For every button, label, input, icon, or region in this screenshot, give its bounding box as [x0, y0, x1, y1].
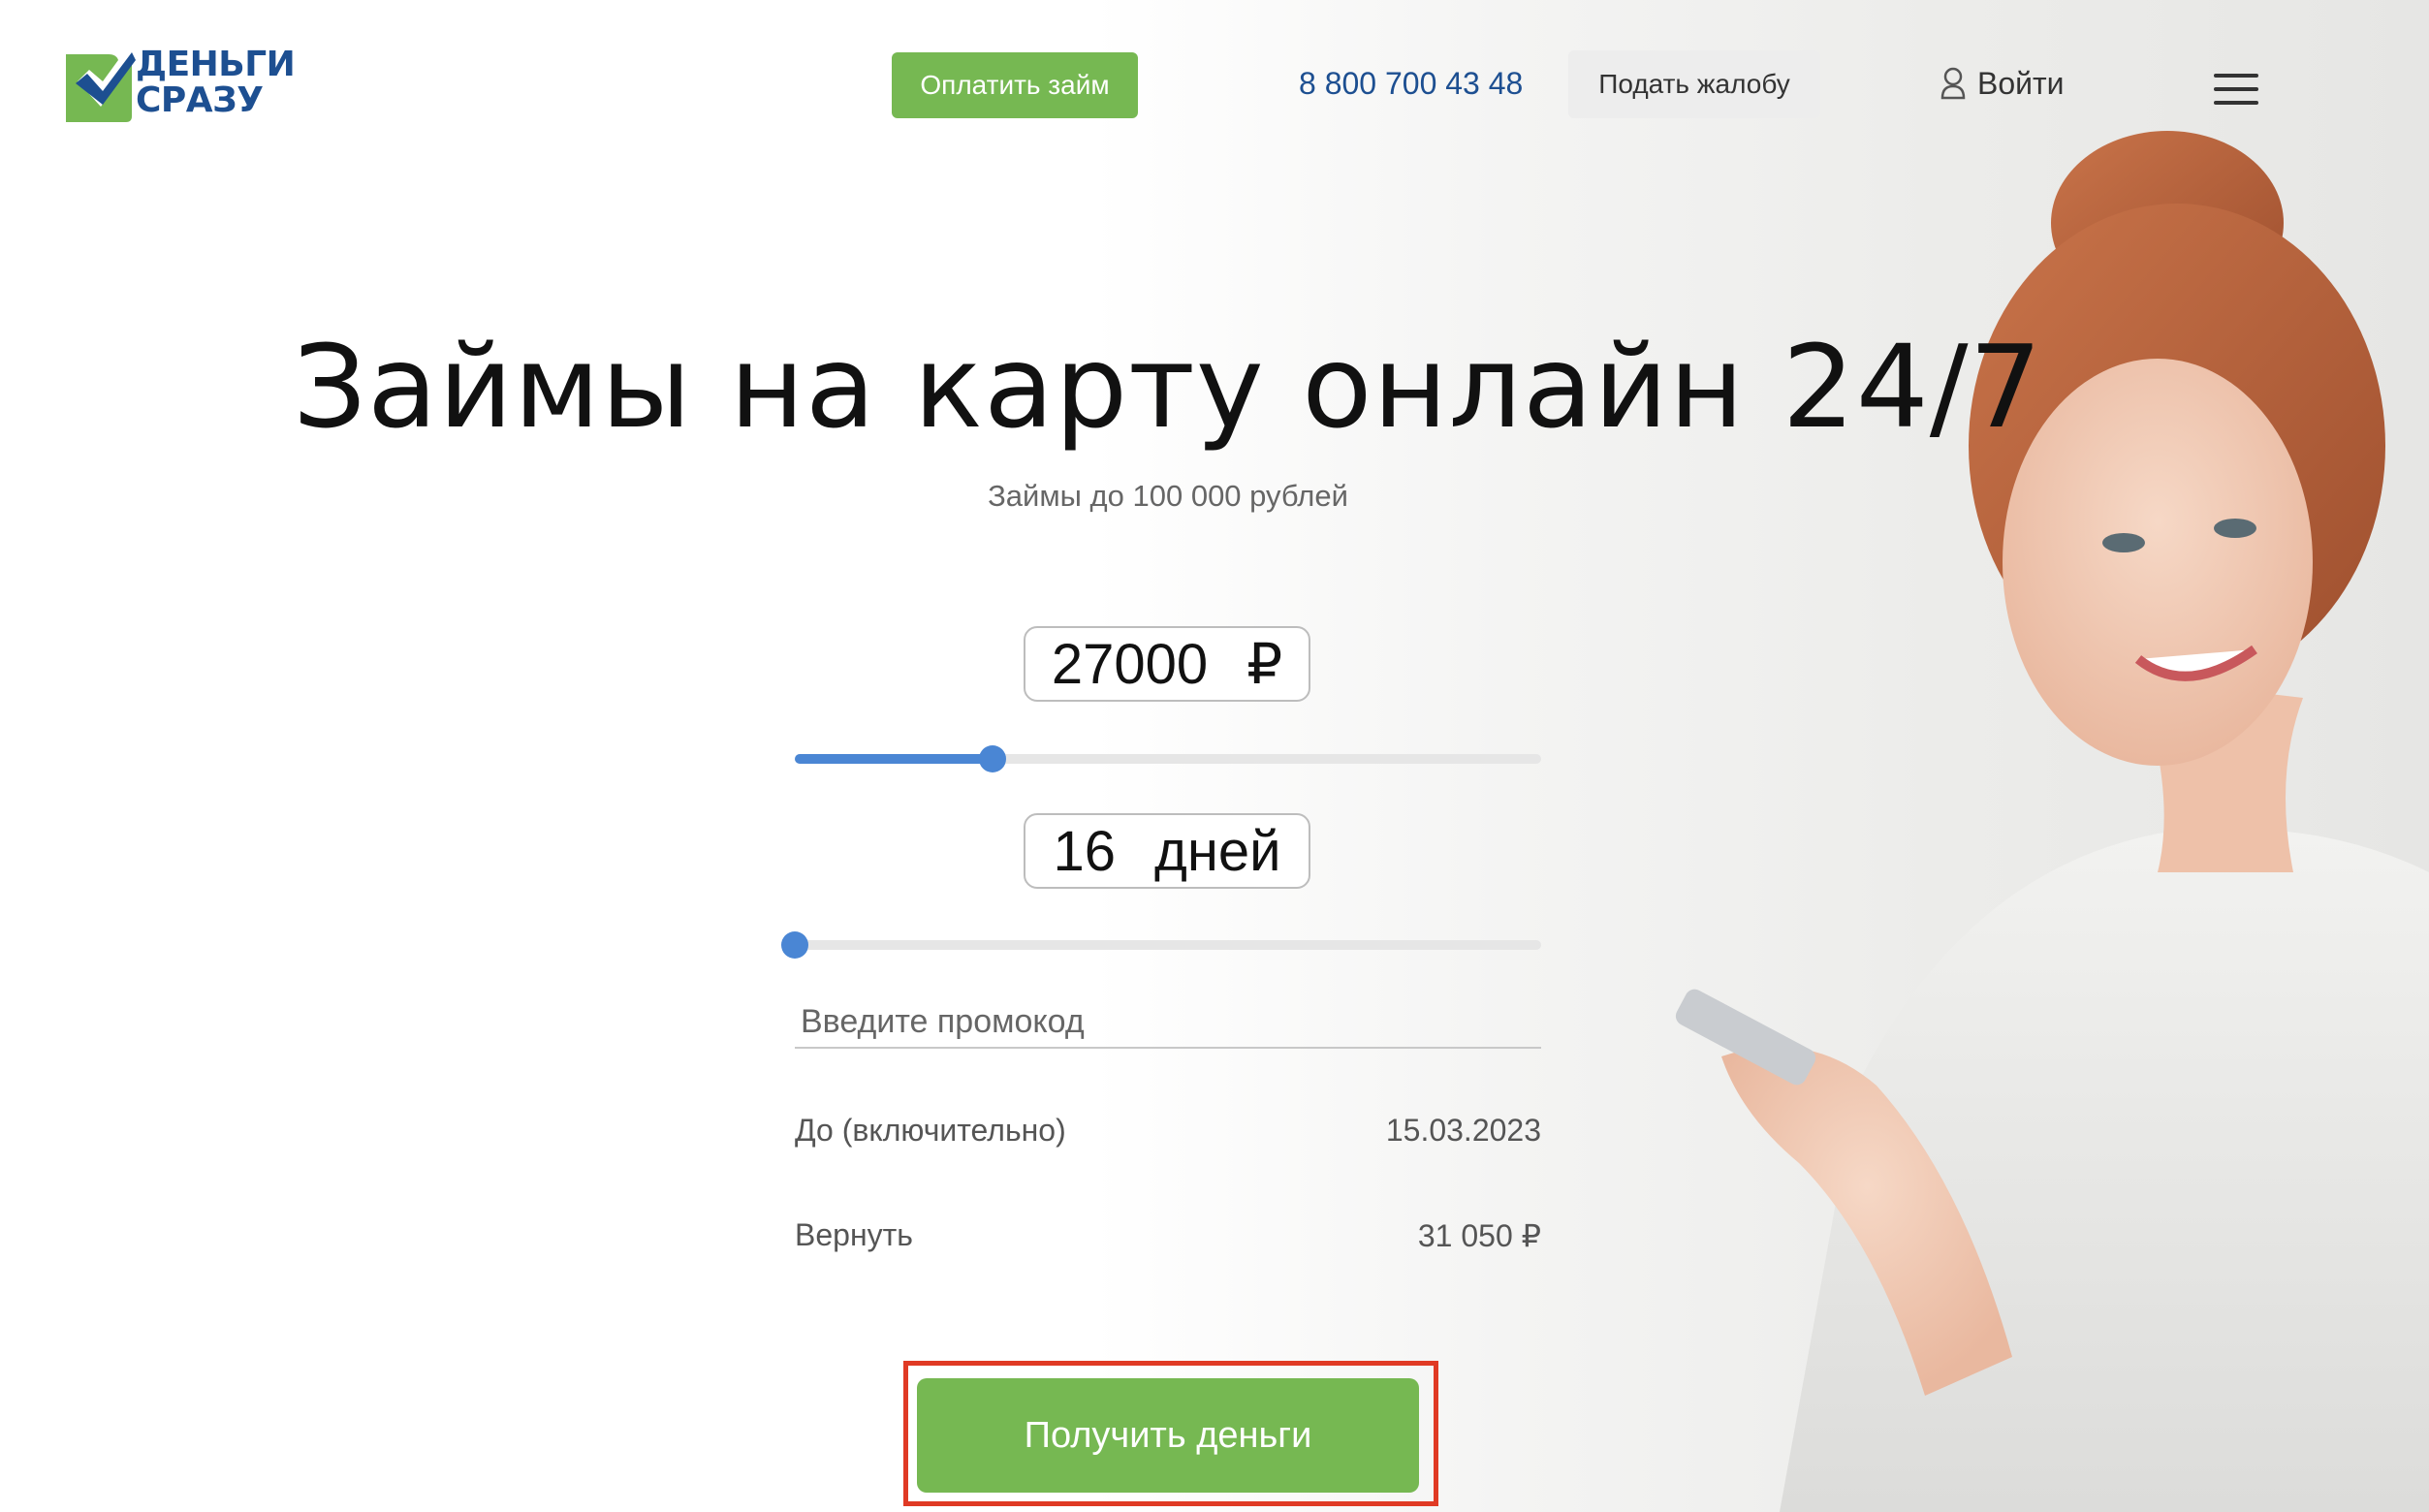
- hero-photo: [1557, 0, 2429, 1512]
- logo-check-icon: [66, 52, 136, 122]
- repay-label: Вернуть: [795, 1217, 913, 1252]
- complaint-button[interactable]: Подать жалобу: [1568, 50, 1820, 118]
- term-slider[interactable]: [781, 931, 1541, 959]
- term-value: 16: [1053, 819, 1116, 883]
- repay-value: 31 050 ₽: [1417, 1218, 1541, 1253]
- hamburger-menu-icon[interactable]: [2214, 74, 2258, 109]
- due-date-label: До (включительно): [795, 1113, 1066, 1148]
- logo-line1: ДЕНЬГИ: [136, 45, 296, 84]
- user-icon: [1940, 67, 1966, 100]
- amount-field[interactable]: 27000 ₽: [1024, 626, 1310, 702]
- logo-line2: СРАЗУ: [136, 80, 264, 120]
- menu-line: [2214, 74, 2258, 78]
- due-date-value: 15.03.2023: [1385, 1113, 1541, 1148]
- amount-value: 27000: [1051, 632, 1209, 696]
- amount-slider-fill: [795, 754, 994, 764]
- term-unit: дней: [1153, 819, 1281, 883]
- page-subtitle: Займы до 100 000 рублей: [988, 479, 1348, 513]
- amount-slider-handle[interactable]: [979, 745, 1007, 772]
- term-field[interactable]: 16 дней: [1024, 813, 1310, 889]
- page-title: Займы на карту онлайн 24/7: [293, 320, 2043, 454]
- due-date-row: До (включительно) 15.03.2023: [795, 1113, 1541, 1149]
- amount-unit: ₽: [1246, 633, 1283, 696]
- menu-line: [2214, 101, 2258, 105]
- menu-line: [2214, 87, 2258, 91]
- logo-text: ДЕНЬГИ СРАЗУ: [136, 45, 296, 120]
- get-money-button[interactable]: Получить деньги: [917, 1378, 1419, 1493]
- amount-slider[interactable]: [795, 745, 1541, 772]
- promo-code-input[interactable]: [795, 996, 1541, 1049]
- login-label: Войти: [1977, 65, 2065, 101]
- phone-link[interactable]: 8 800 700 43 48: [1299, 66, 1523, 102]
- term-slider-handle[interactable]: [781, 931, 808, 959]
- logo[interactable]: ДЕНЬГИ СРАЗУ: [60, 43, 302, 130]
- pay-loan-button[interactable]: Оплатить займ: [892, 52, 1138, 118]
- repay-row: Вернуть 31 050 ₽: [795, 1217, 1541, 1254]
- login-link[interactable]: Войти: [1940, 62, 2065, 105]
